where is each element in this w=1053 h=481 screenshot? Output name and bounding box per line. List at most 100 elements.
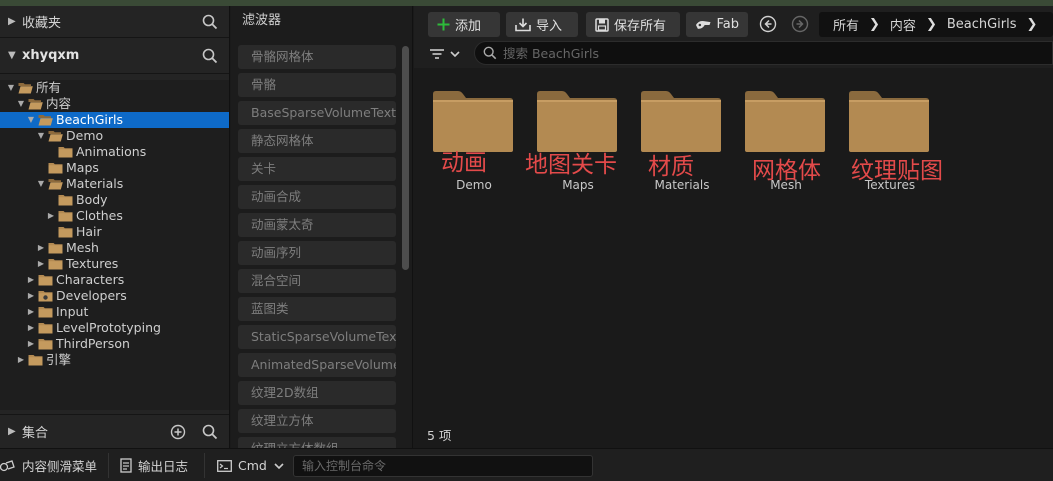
forward-arrow-icon[interactable] (791, 15, 809, 33)
chevron-right-icon[interactable]: ❯ (1027, 17, 1038, 32)
chevron-right-icon[interactable]: ▶ (26, 320, 36, 336)
asset-search-box[interactable] (474, 41, 1053, 65)
filter-item[interactable]: 骨骼网格体 (238, 45, 396, 69)
filter-item[interactable]: 蓝图类 (238, 297, 396, 321)
chevron-right-icon[interactable]: ❯ (926, 17, 937, 32)
tree-item[interactable]: ▼ 内容 (0, 96, 229, 112)
console-command-box[interactable] (293, 455, 593, 477)
cmd-label: Cmd (238, 458, 267, 473)
filter-item[interactable]: 静态网格体 (238, 129, 396, 153)
filter-item[interactable]: BaseSparseVolumeTexture (238, 101, 396, 125)
tree-item[interactable]: ▶ LevelPrototyping (0, 320, 229, 336)
fab-icon (695, 20, 711, 29)
tree-item[interactable]: ▶ Input (0, 304, 229, 320)
tree-item-label: Maps (66, 160, 99, 175)
filter-item[interactable]: 动画序列 (238, 241, 396, 265)
chevron-right-icon[interactable]: ▶ (26, 272, 36, 288)
chevron-down-icon[interactable]: ▼ (16, 96, 26, 112)
import-label: 导入 (536, 19, 563, 34)
tree-item[interactable]: ▶ Textures (0, 256, 229, 272)
tree-item[interactable]: ▼ 所有 (0, 80, 229, 96)
add-button[interactable]: 添加 (428, 12, 500, 37)
output-log-icon (120, 458, 132, 473)
chevron-down-icon[interactable]: ▼ (8, 50, 22, 61)
tree-item[interactable]: Animations (0, 144, 229, 160)
tree-item[interactable]: ▶ Characters (0, 272, 229, 288)
output-log-label: 输出日志 (138, 459, 189, 474)
filter-item[interactable]: StaticSparseVolumeTexture (238, 325, 396, 349)
save-all-button[interactable]: 保存所有 (586, 12, 680, 37)
chevron-right-icon[interactable]: ▶ (8, 426, 22, 437)
chevron-right-icon[interactable]: ▶ (8, 16, 22, 27)
tree-item[interactable]: Hair (0, 224, 229, 240)
breadcrumb-item-all[interactable]: 所有 (833, 15, 859, 34)
content-drawer-button[interactable]: 内容侧滑菜单 (0, 449, 97, 481)
annotation-label: 地图关卡 (525, 152, 617, 178)
chevron-right-icon[interactable]: ▶ (36, 256, 46, 272)
fab-button[interactable]: Fab (686, 12, 748, 37)
search-icon[interactable] (199, 45, 221, 67)
chevron-down-icon (450, 51, 460, 58)
search-input[interactable] (503, 45, 1003, 61)
tree-item-label: Hair (76, 224, 102, 239)
import-button[interactable]: 导入 (506, 12, 578, 37)
project-header[interactable]: ▼ xhyqxm (0, 38, 229, 74)
tree-item-label: LevelPrototyping (56, 320, 161, 335)
chevron-down-icon[interactable]: ▼ (6, 80, 16, 96)
tree-item-label: Body (76, 192, 108, 207)
cmd-dropdown[interactable]: Cmd (217, 449, 291, 481)
annotation-label: 材质 (648, 154, 694, 180)
tree-item[interactable]: ▶ 引擎 (0, 352, 229, 368)
item-count: 5 项 (427, 428, 452, 443)
chevron-right-icon[interactable]: ▶ (26, 304, 36, 320)
chevron-down-icon (274, 462, 284, 469)
tree-item[interactable]: ▼ BeachGirls (0, 112, 229, 128)
tree-item-label: Animations (76, 144, 147, 159)
chevron-down-icon[interactable]: ▼ (36, 128, 46, 144)
chevron-right-icon[interactable]: ❯ (869, 17, 880, 32)
chevron-down-icon[interactable]: ▼ (36, 176, 46, 192)
chevron-right-icon[interactable]: ▶ (26, 336, 36, 352)
filter-dropdown-button[interactable] (429, 45, 463, 63)
tree-item[interactable]: ▼ Demo (0, 128, 229, 144)
chevron-down-icon[interactable]: ▼ (26, 112, 36, 128)
filter-item[interactable]: AnimatedSparseVolumeTexture (238, 353, 396, 377)
breadcrumb-item-content[interactable]: 内容 (890, 15, 916, 34)
breadcrumb-item-beachgirls[interactable]: BeachGirls (947, 17, 1017, 32)
favorites-header[interactable]: ▶ 收藏夹 (0, 6, 229, 38)
add-collection-icon[interactable] (167, 421, 189, 443)
filter-item[interactable]: 动画合成 (238, 185, 396, 209)
filter-scrollbar[interactable] (402, 46, 409, 270)
chevron-right-icon[interactable]: ▶ (16, 352, 26, 368)
tree-item[interactable]: ▶ Clothes (0, 208, 229, 224)
tree-item-label: Clothes (76, 208, 123, 223)
filter-item[interactable]: 纹理2D数组 (238, 381, 396, 405)
search-icon[interactable] (199, 421, 221, 443)
tree-item-label: Materials (66, 176, 124, 191)
console-input[interactable] (294, 456, 592, 476)
tree-item[interactable]: ▶ Developers (0, 288, 229, 304)
chevron-right-icon[interactable]: ▶ (36, 240, 46, 256)
back-arrow-icon[interactable] (759, 15, 777, 33)
collections-header[interactable]: ▶ 集合 (0, 414, 229, 448)
tree-item[interactable]: ▶ Mesh (0, 240, 229, 256)
filter-item[interactable]: 纹理立方体数组 (238, 437, 396, 448)
chevron-right-icon[interactable]: ▶ (26, 288, 36, 304)
project-title: xhyqxm (22, 48, 80, 63)
chevron-right-icon[interactable]: ▶ (46, 208, 56, 224)
filter-panel: 滤波器 骨骼网格体骨骼 BaseSparseVolumeTexture 静态网格体关… (231, 6, 413, 448)
tree-item[interactable]: ▶ ThirdPerson (0, 336, 229, 352)
search-icon[interactable] (199, 11, 221, 33)
filter-icon (430, 49, 444, 59)
annotation-label: 动画 (441, 150, 487, 176)
output-log-button[interactable]: 输出日志 (120, 449, 188, 481)
tree-item[interactable]: ▼ Materials (0, 176, 229, 192)
tree-item[interactable]: Maps (0, 160, 229, 176)
favorites-title: 收藏夹 (22, 16, 62, 31)
filter-item[interactable]: 纹理立方体 (238, 409, 396, 433)
filter-item[interactable]: 关卡 (238, 157, 396, 181)
filter-item[interactable]: 动画蒙太奇 (238, 213, 396, 237)
tree-item[interactable]: Body (0, 192, 229, 208)
filter-item[interactable]: 混合空间 (238, 269, 396, 293)
filter-item[interactable]: 骨骼 (238, 73, 396, 97)
